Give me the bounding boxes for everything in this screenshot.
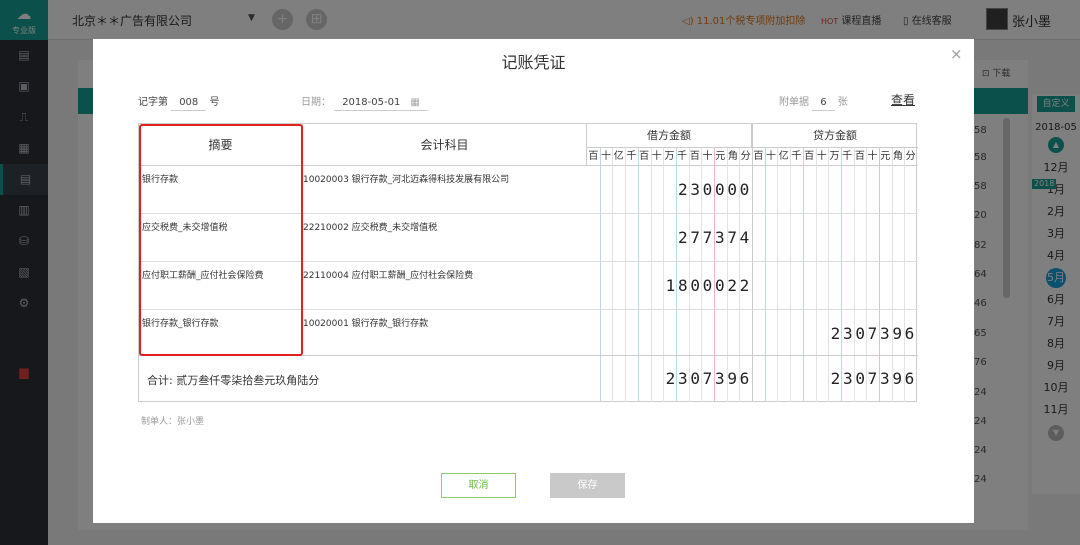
view-attachments-link[interactable]: 查看 [891,91,915,108]
voucher-number-field: 记字第 008 号 [138,93,219,111]
total-debit-amount: 2307396 [665,369,752,388]
row-account[interactable]: 22210002 应交税费_未交增值税 [303,220,437,233]
account-column-header: 会计科目 [303,124,587,166]
attachment-count-input[interactable]: 6 [812,97,835,111]
row-debit-amount[interactable]: 230000 [678,180,752,199]
total-label: 合计: 贰万叁仟零柒拾叁元玖角陆分 [147,374,320,387]
row-debit-amount[interactable]: 277374 [678,228,752,247]
voucher-number-input[interactable]: 008 [171,97,207,111]
save-button[interactable]: 保存 [550,473,625,498]
attachment-label: 附单据 [779,97,809,108]
calendar-icon: ▦ [410,97,420,108]
attachment-unit: 张 [837,97,848,108]
debit-column-header: 借方金额 [587,124,752,148]
attachment-field: 附单据 6 张 [779,93,848,111]
total-row: 合计: 贰万叁仟零柒拾叁元玖角陆分 2307396 2307396 [139,356,918,402]
row-account[interactable]: 10020003 银行存款_河北迈森得科技发展有限公司 [303,172,509,185]
maker-label: 制单人：张小墨 [141,417,205,427]
row-account[interactable]: 22110004 应付职工薪酬_应付社会保险费 [303,268,473,281]
row-debit-amount[interactable]: 1800022 [666,276,752,295]
date-input[interactable]: 2018-05-01 ▦ [334,97,428,111]
voucher-number-unit: 号 [209,97,220,108]
close-icon[interactable]: × [950,45,963,63]
row-account[interactable]: 10020001 银行存款_银行存款 [303,316,428,329]
date-label: 日期： [301,97,331,108]
cancel-button[interactable]: 取消 [441,473,516,498]
voucher-word-label: 记字第 [138,97,168,108]
dialog-title: 记账凭证 [501,53,566,72]
date-field: 日期： 2018-05-01 ▦ [301,93,428,111]
row-credit-amount[interactable]: 2307396 [831,324,917,343]
summary-highlight-frame [139,124,303,356]
total-credit-amount: 2307396 [830,369,917,388]
credit-column-header: 贷方金额 [752,124,918,148]
